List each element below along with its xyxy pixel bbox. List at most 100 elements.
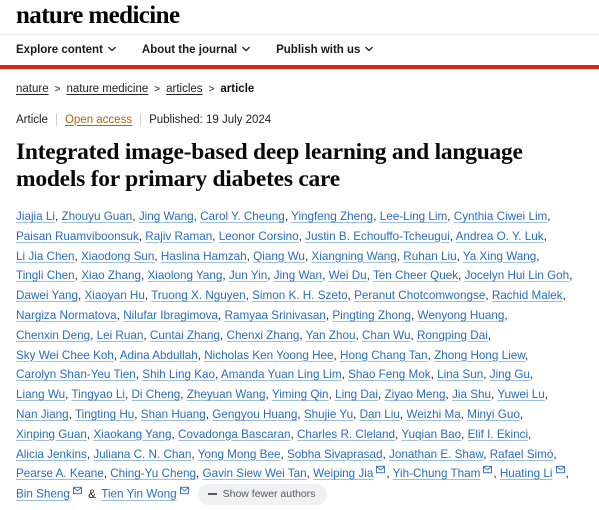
author-link[interactable]: Lei Ruan [97,329,144,342]
author-link[interactable]: Alicia Jenkins [16,448,87,461]
author-link[interactable]: Nargiza Normatova [16,309,117,322]
author-link[interactable]: Wei Du [329,269,367,282]
author-link[interactable]: Dan Liu [360,408,400,421]
author-link[interactable]: Qiang Wu [253,250,305,263]
author-link[interactable]: Tingyao Li [71,388,125,401]
author-link[interactable]: Covadonga Bascaran [178,428,290,441]
author-link[interactable]: Yan Zhou [306,329,356,342]
author-link[interactable]: Bin Sheng [16,488,70,501]
author-link[interactable]: Zheyuan Wang [187,388,266,401]
author-link[interactable]: Gavin Siew Wei Tan [203,467,307,480]
author-link[interactable]: Di Cheng [131,388,180,401]
author-link[interactable]: Pingting Zhong [332,309,411,322]
author-link[interactable]: Dawei Yang [16,289,78,302]
author-link[interactable]: Truong X. Nguyen [151,289,245,302]
author-link[interactable]: Amanda Yuan Ling Lim [221,368,342,381]
author-link[interactable]: Li Jia Chen [16,250,74,263]
author-link[interactable]: Tingli Chen [16,269,75,282]
author-link[interactable]: Zhouyu Guan [61,210,132,223]
author-link[interactable]: Rongping Dai [417,329,488,342]
envelope-icon[interactable] [376,465,386,474]
author-link[interactable]: Jia Shu [452,388,491,401]
author-link[interactable]: Shao Feng Mok [348,368,431,381]
author-link[interactable]: Wenyong Huang [418,309,505,322]
author-link[interactable]: Yuwei Lu [497,388,544,401]
author-link[interactable]: Liang Wu [16,388,65,401]
author-link[interactable]: Haslina Hamzah [161,250,247,263]
open-access-link[interactable]: Open access [65,114,132,126]
author-link[interactable]: Xiangning Wang [311,250,396,263]
envelope-icon[interactable] [483,465,493,474]
author-link[interactable]: Pearse A. Keane [16,467,104,480]
nav-item-explore-content[interactable]: Explore content [16,44,116,56]
author-link[interactable]: Jiajia Li [16,210,55,223]
author-link[interactable]: Zhong Hong Liew [434,349,525,362]
author-link[interactable]: Gengyou Huang [212,408,297,421]
author-link[interactable]: Yuqian Bao [401,428,461,441]
author-link[interactable]: Juliana C. N. Chan [93,448,191,461]
author-link[interactable]: Ching-Yu Cheng [110,467,196,480]
author-link[interactable]: Weizhi Ma [406,408,460,421]
author-link[interactable]: Peranut Chotcomwongse [354,289,485,302]
author-link[interactable]: Carol Y. Cheung [200,210,285,223]
author-link[interactable]: Ten Cheer Quek [373,269,458,282]
author-link[interactable]: Chan Wu [362,329,411,342]
author-link[interactable]: Yih-Chung Tham [393,467,481,480]
nav-item-about-the-journal[interactable]: About the journal [142,44,250,56]
author-link[interactable]: Chenxi Zhang [227,329,300,342]
author-link[interactable]: Ya Xing Wang [463,250,536,263]
author-link[interactable]: Sky Wei Chee Koh [16,349,114,362]
author-link[interactable]: Yiming Qin [272,388,329,401]
author-link[interactable]: Shih Ling Kao [142,368,215,381]
author-link[interactable]: Ruhan Liu [403,250,456,263]
envelope-icon[interactable] [179,486,189,495]
author-link[interactable]: Lee-Ling Lim [380,210,448,223]
author-link[interactable]: Charles R. Cleland [297,428,395,441]
author-link[interactable]: Tien Yin Wong [101,488,176,501]
author-link[interactable]: Elif I. Ekinci [468,428,528,441]
journal-logo[interactable]: nature medicine [16,2,599,30]
author-link[interactable]: Ling Dai [335,388,378,401]
author-link[interactable]: Xinping Guan [16,428,87,441]
author-link[interactable]: Xiaolong Yang [147,269,222,282]
author-link[interactable]: Hong Chang Tan [340,349,428,362]
author-link[interactable]: Jun Yin [229,269,267,282]
author-link[interactable]: Chenxin Deng [16,329,90,342]
author-link[interactable]: Jing Wang [139,210,194,223]
author-link[interactable]: Justin B. Echouffo-Tcheugui [305,230,450,243]
author-link[interactable]: Rafael Simó [490,448,554,461]
envelope-icon[interactable] [73,486,82,495]
author-link[interactable]: Xiaodong Sun [81,250,154,263]
author-link[interactable]: Ramyaa Srinivasan [225,309,326,322]
author-link[interactable]: Jing Wan [274,269,322,282]
author-link[interactable]: Xiao Zhang [81,269,141,282]
author-link[interactable]: Cynthia Ciwei Lim [454,210,548,223]
author-link[interactable]: Adina Abdullah [120,349,198,362]
author-link[interactable]: Nicholas Ken Yoong Hee [204,349,333,362]
author-link[interactable]: Nilufar Ibragimova [123,309,218,322]
author-link[interactable]: Yong Mong Bee [198,448,281,461]
author-link[interactable]: Rachid Malek [492,289,563,302]
breadcrumb-item-nature[interactable]: nature [16,83,49,95]
author-link[interactable]: Minyi Guo [467,408,520,421]
author-link[interactable]: Yingfeng Zheng [291,210,373,223]
nav-item-publish-with-us[interactable]: Publish with us [276,44,374,56]
author-link[interactable]: Carolyn Shan-Yeu Tien [16,368,136,381]
author-link[interactable]: Jocelyn Hui Lin Goh [465,269,570,282]
author-link[interactable]: Jing Gu [490,368,530,381]
breadcrumb-item-nature-medicine[interactable]: nature medicine [66,83,148,95]
author-link[interactable]: Leonor Corsino [219,230,299,243]
author-link[interactable]: Simon K. H. Szeto [252,289,348,302]
author-link[interactable]: Xiaoyan Hu [84,289,144,302]
show-fewer-authors-button[interactable]: Show fewer authors [197,484,328,506]
author-link[interactable]: Xiaokang Yang [93,428,171,441]
author-link[interactable]: Nan Jiang [16,408,69,421]
breadcrumb-item-articles[interactable]: articles [166,83,202,95]
author-link[interactable]: Ziyao Meng [384,388,445,401]
author-link[interactable]: Shan Huang [141,408,206,421]
author-link[interactable]: Lina Sun [437,368,483,381]
author-link[interactable]: Andrea O. Y. Luk [456,230,544,243]
author-link[interactable]: Weiping Jia [313,467,373,480]
author-link[interactable]: Tingting Hu [75,408,134,421]
envelope-icon[interactable] [555,465,565,474]
